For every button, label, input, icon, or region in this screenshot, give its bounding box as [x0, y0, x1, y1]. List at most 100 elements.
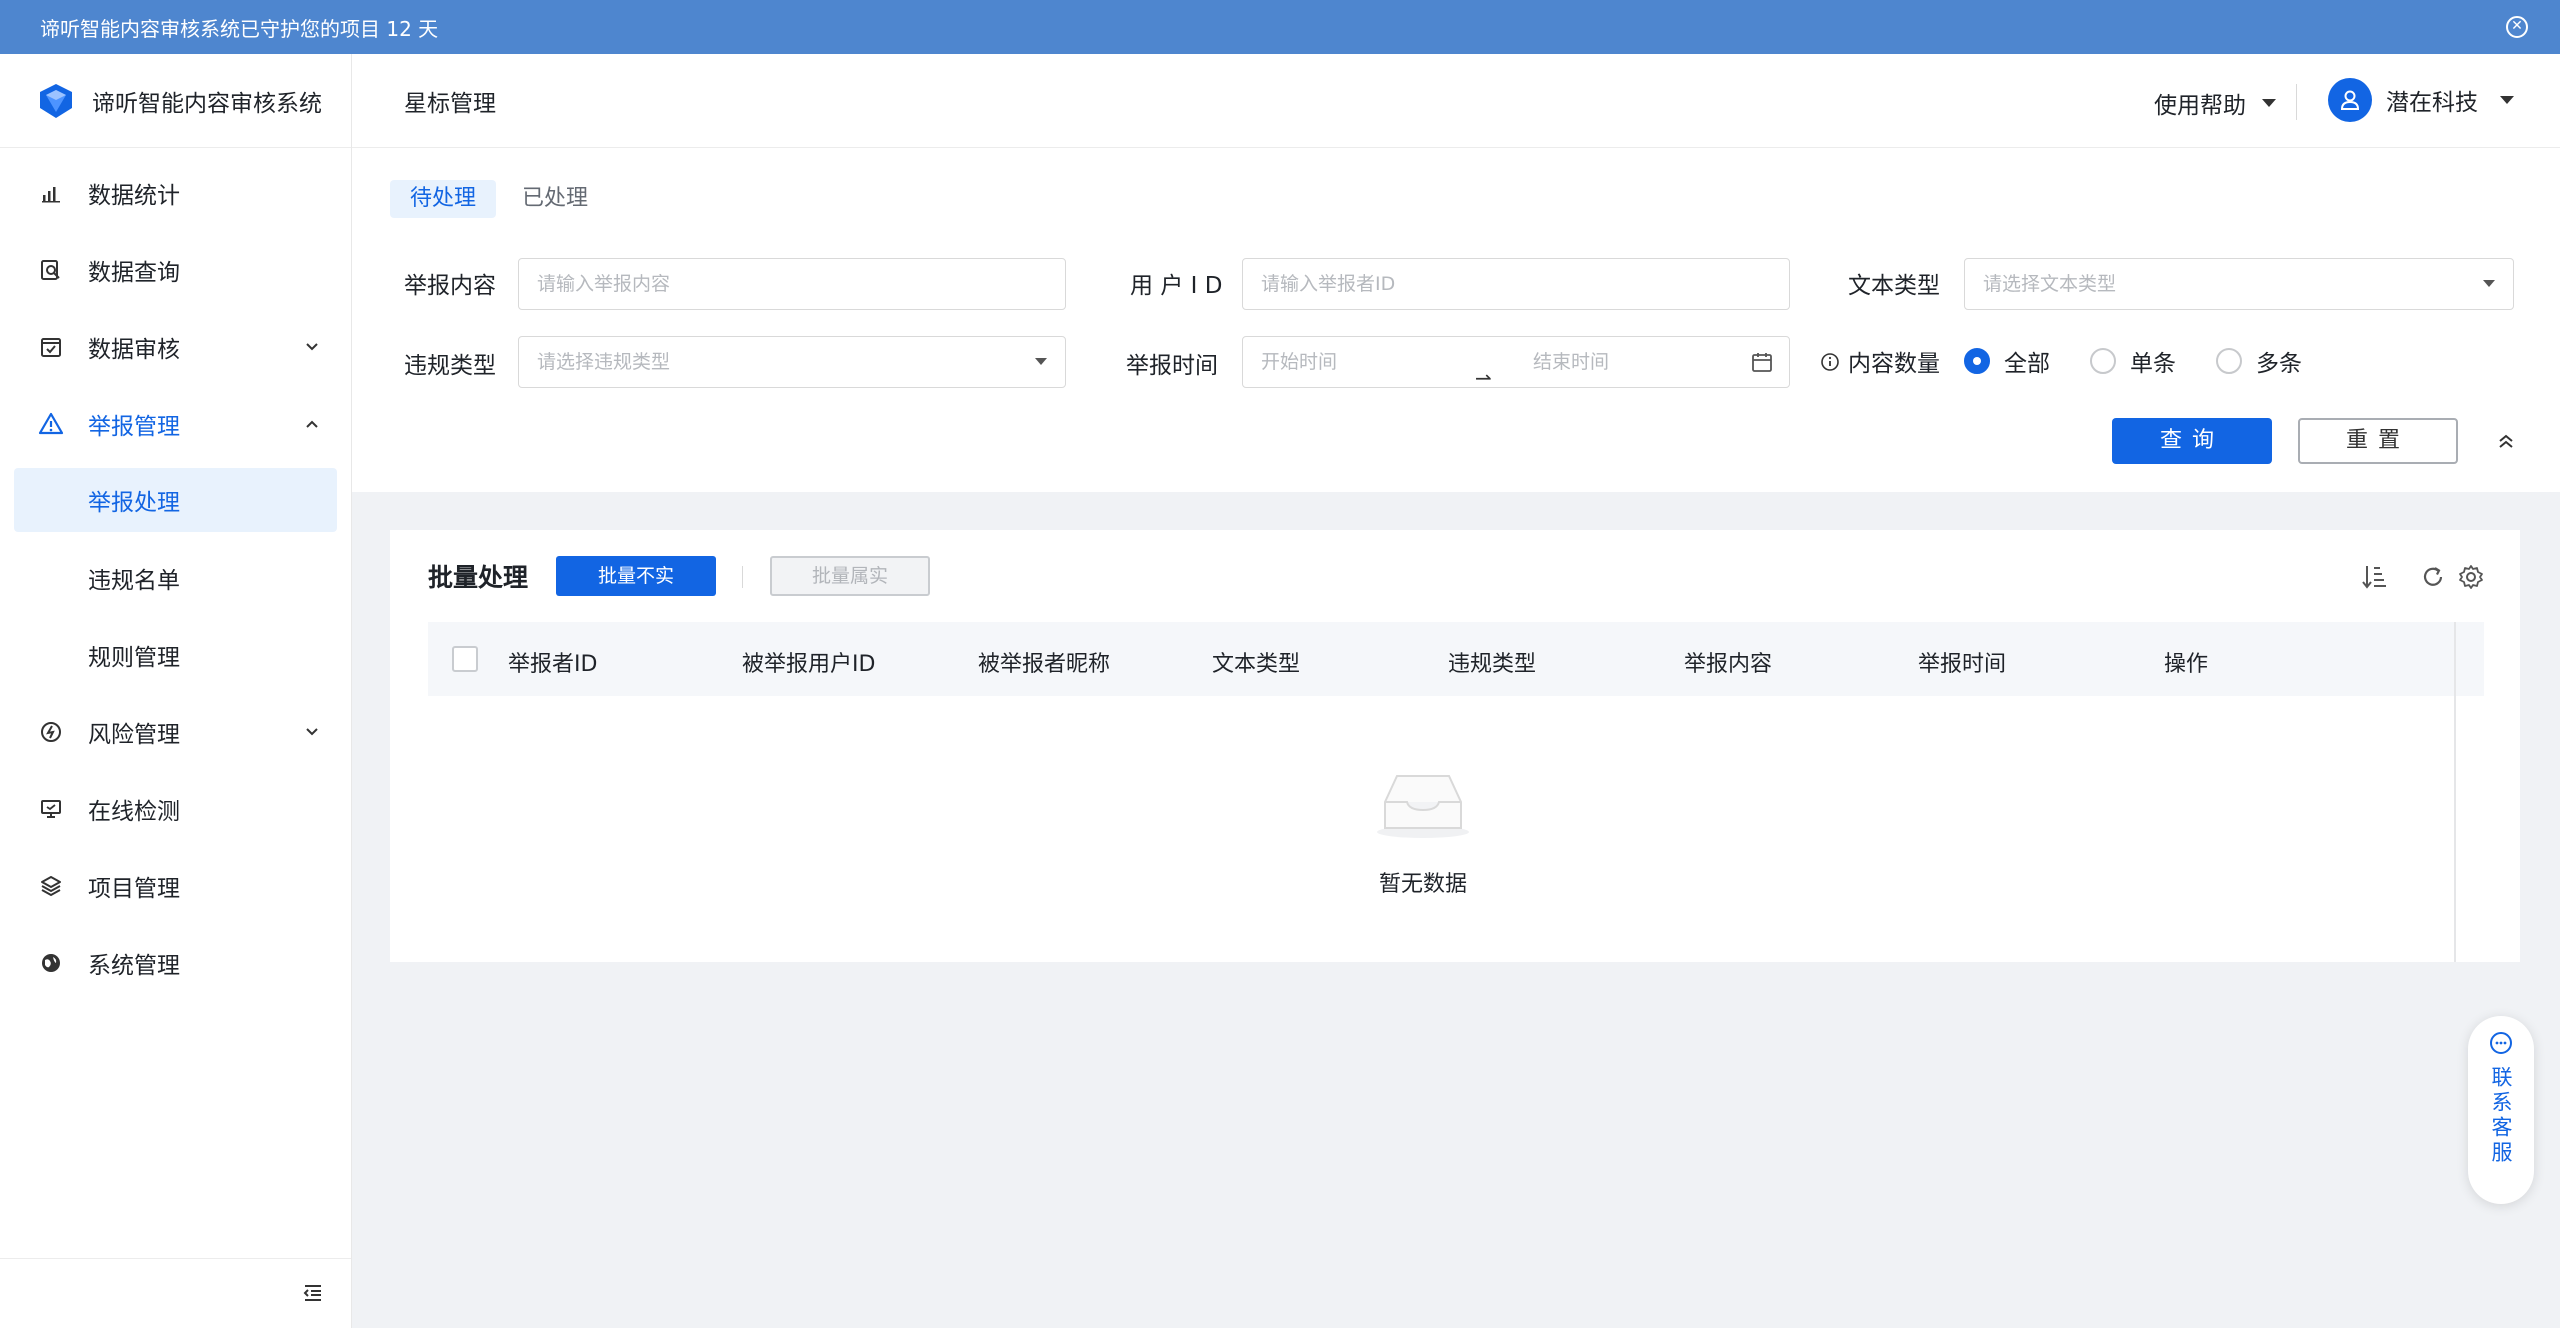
content-count-label: 内容数量	[1848, 351, 1940, 377]
radio-single[interactable]: 单条	[2090, 344, 2176, 378]
banner-text: 谛听智能内容审核系统已守护您的项目 12 天	[40, 16, 439, 41]
violation-type-select[interactable]: 请选择违规类型	[518, 336, 1066, 388]
user-id-input[interactable]: 请输入举报者ID	[1242, 258, 1790, 310]
header-divider	[2296, 84, 2297, 120]
close-icon[interactable]: ✕	[2506, 16, 2528, 38]
collapse-menu-icon[interactable]	[301, 1281, 325, 1305]
sidebar-subitem-label: 举报处理	[88, 490, 180, 516]
radio-dot	[1964, 348, 1990, 374]
select-all-checkbox[interactable]	[452, 646, 478, 672]
sidebar-nav: 数据统计 数据查询 数据审核 举报管理 举报处理 违规名单 规则管理 风险管理 …	[0, 148, 351, 1001]
content-count-radio-group: 全部 单条 多条	[1964, 344, 2342, 378]
column-header[interactable]: 被举报用户ID	[742, 646, 875, 678]
reset-button[interactable]: 重置	[2298, 418, 2458, 464]
caret-down-icon	[1035, 358, 1047, 365]
empty-inbox-icon	[1377, 775, 1469, 838]
sidebar-item-label: 举报管理	[88, 413, 180, 440]
column-header[interactable]: 被举报者昵称	[978, 646, 1110, 678]
search-doc-icon	[38, 257, 64, 283]
help-menu[interactable]: 使用帮助	[2154, 86, 2276, 120]
column-header[interactable]: 举报时间	[1918, 646, 2006, 678]
tab-processed[interactable]: 已处理	[502, 180, 608, 218]
globe-icon	[38, 950, 64, 976]
chat-icon	[2490, 1032, 2512, 1054]
bulk-false-button[interactable]: 批量不实	[556, 556, 716, 596]
radio-dot	[2090, 348, 2116, 374]
warning-icon	[38, 411, 64, 437]
text-type-select[interactable]: 请选择文本类型	[1964, 258, 2514, 310]
sidebar-item-risk-management[interactable]: 风险管理	[0, 693, 351, 770]
sidebar-subitem-report-handling[interactable]: 举报处理	[14, 468, 337, 532]
refresh-icon[interactable]	[2418, 562, 2448, 592]
toolbar-divider	[742, 566, 743, 588]
radio-label: 全部	[2004, 351, 2050, 377]
report-content-label: 举报内容	[404, 273, 496, 299]
column-header[interactable]: 违规类型	[1448, 646, 1536, 678]
end-time-placeholder[interactable]: 结束时间	[1533, 337, 1609, 387]
range-arrow-icon: ⇀	[1475, 366, 1492, 390]
sidebar-item-label: 在线检测	[88, 798, 180, 825]
text-type-placeholder: 请选择文本类型	[1983, 273, 2117, 295]
report-content-input[interactable]: 请输入举报内容	[518, 258, 1066, 310]
user-name: 潜在科技	[2386, 90, 2478, 116]
card-title: 批量处理	[428, 563, 529, 592]
filter-panel: 待处理 已处理 举报内容 请输入举报内容 用 户 I D 请输入举报者ID 文本…	[352, 148, 2560, 492]
status-tabs: 待处理 已处理	[390, 180, 614, 218]
sidebar-item-report-management[interactable]: 举报管理	[0, 385, 351, 462]
calendar-icon	[1752, 353, 1772, 372]
violation-type-label: 违规类型	[404, 353, 496, 379]
start-time-placeholder[interactable]: 开始时间	[1261, 351, 1337, 373]
radio-dot	[2216, 348, 2242, 374]
logo-icon	[40, 83, 72, 118]
sidebar-subitem-rule-management[interactable]: 规则管理	[0, 616, 351, 693]
violation-type-placeholder: 请选择违规类型	[537, 351, 671, 373]
info-icon	[1821, 353, 1839, 371]
bulk-true-button[interactable]: 批量属实	[770, 556, 930, 596]
layers-icon	[38, 873, 64, 899]
column-header[interactable]: 举报者ID	[508, 646, 597, 678]
sort-icon[interactable]	[2360, 562, 2390, 592]
user-id-label: 用 户 I D	[1130, 273, 1223, 299]
chevron-down-icon	[306, 343, 318, 351]
sidebar-footer	[0, 1258, 351, 1328]
risk-icon	[38, 719, 64, 745]
sidebar-item-project-management[interactable]: 项目管理	[0, 847, 351, 924]
report-time-range[interactable]: 开始时间 ⇀ 结束时间	[1242, 336, 1790, 390]
sidebar-item-label: 数据查询	[88, 259, 180, 286]
empty-text: 暂无数据	[1378, 872, 1467, 897]
column-header[interactable]: 操作	[2164, 646, 2208, 678]
column-header[interactable]: 文本类型	[1212, 646, 1300, 678]
vertical-scrollbar[interactable]	[2454, 696, 2484, 962]
sidebar-item-online-detection[interactable]: 在线检测	[0, 770, 351, 847]
sidebar-item-label: 系统管理	[88, 952, 180, 979]
radio-all[interactable]: 全部	[1964, 344, 2050, 378]
customer-service-button[interactable]: 联系客服	[2468, 1016, 2534, 1204]
app-name: 谛听智能内容审核系统	[92, 90, 322, 117]
sidebar-item-data-review[interactable]: 数据审核	[0, 308, 351, 385]
sidebar: 谛听智能内容审核系统 数据统计 数据查询 数据审核 举报管理 举报处理 违规名单…	[0, 54, 352, 1328]
text-type-label: 文本类型	[1848, 273, 1940, 299]
page-title: 星标管理	[404, 90, 496, 117]
chevron-up-icon	[306, 420, 318, 428]
sidebar-item-label: 数据统计	[88, 182, 180, 209]
column-header[interactable]: 举报内容	[1684, 646, 1772, 678]
settings-icon[interactable]	[2456, 562, 2486, 592]
sidebar-item-system-management[interactable]: 系统管理	[0, 924, 351, 1001]
check-box-icon	[38, 334, 64, 360]
sidebar-item-data-query[interactable]: 数据查询	[0, 231, 351, 308]
radio-multiple[interactable]: 多条	[2216, 344, 2302, 378]
query-button[interactable]: 查询	[2112, 418, 2272, 464]
sidebar-item-data-stats[interactable]: 数据统计	[0, 154, 351, 231]
report-time-label: 举报时间	[1126, 353, 1218, 379]
collapse-up-icon[interactable]	[2496, 432, 2516, 452]
avatar	[2328, 78, 2372, 122]
sidebar-subitem-violation-list[interactable]: 违规名单	[0, 539, 351, 616]
tab-pending[interactable]: 待处理	[390, 180, 497, 218]
app-logo-row[interactable]: 谛听智能内容审核系统	[0, 54, 351, 148]
empty-state: 暂无数据	[390, 770, 2456, 897]
user-menu[interactable]: 潜在科技	[2328, 78, 2514, 122]
sidebar-item-label: 风险管理	[88, 721, 180, 748]
caret-down-icon	[2500, 96, 2514, 104]
radio-label: 单条	[2130, 351, 2176, 377]
report-content-placeholder: 请输入举报内容	[537, 273, 671, 295]
